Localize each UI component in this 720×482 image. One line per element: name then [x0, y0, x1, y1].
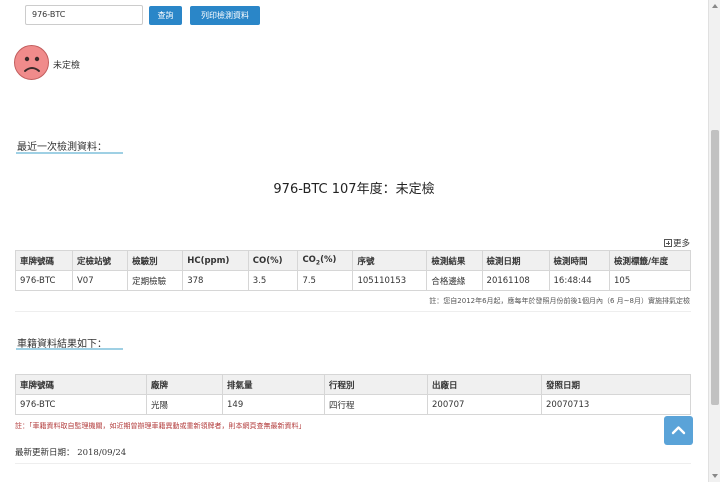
table-row: 976-BTC 光陽 149 四行程 200707 20070713 — [15, 394, 691, 415]
latest-inspection-table: 車牌號碼 定檢站號 檢驗別 HC(ppm) CO(%) CO2(%) 序號 檢測… — [15, 250, 691, 291]
col-hc: HC(ppm) — [182, 250, 249, 271]
scroll-down-icon[interactable] — [709, 470, 720, 482]
col-inspection-type: 檢驗別 — [127, 250, 184, 271]
inspection-status: 未定檢 — [53, 61, 81, 71]
page: 976-BTC 查詢 列印檢測資料 未定檢 最近一次檢測資料： 976-BTC … — [0, 0, 708, 482]
table-header-row: 車牌號碼 廠牌 排氣量 行程別 出廠日 發照日期 — [15, 374, 691, 395]
chevron-up-icon — [671, 426, 686, 435]
inspection-note: 註：您自2012年6月起，應每年於發照月份前後1個月內（6 月~8月）實施排氣定… — [429, 297, 690, 305]
cell-manufacture-date: 200707 — [427, 394, 542, 415]
more-link[interactable]: 更多 — [663, 237, 690, 249]
col-time: 檢測時間 — [548, 250, 611, 271]
scroll-thumb[interactable] — [711, 130, 719, 405]
cell-brand: 光陽 — [146, 394, 223, 415]
registry-table: 車牌號碼 廠牌 排氣量 行程別 出廠日 發照日期 976-BTC 光陽 149 … — [15, 374, 691, 415]
col-label-year: 檢測標籤/年度 — [609, 250, 691, 271]
more-label: 更多 — [672, 239, 690, 249]
col-plate: 車牌號碼 — [15, 374, 147, 395]
cell-stroke: 四行程 — [324, 394, 428, 415]
col-co: CO(%) — [247, 250, 299, 271]
col-serial: 序號 — [352, 250, 428, 271]
col-plate: 車牌號碼 — [15, 250, 73, 271]
cell-plate: 976-BTC — [15, 270, 73, 291]
cell-hc: 378 — [182, 270, 249, 291]
print-inspection-button[interactable]: 列印檢測資料 — [190, 6, 260, 25]
plate-search-input[interactable]: 976-BTC — [25, 5, 143, 25]
cell-inspection-type: 定期檢驗 — [127, 270, 184, 291]
col-manufacture-date: 出廠日 — [427, 374, 542, 395]
col-brand: 廠牌 — [146, 374, 223, 395]
registry-note: 註：「車籍資料取自監理機關，如近期曾辦理車籍異動或重新領牌者，則本網頁查無最新資… — [15, 422, 306, 430]
col-result: 檢測結果 — [426, 250, 483, 271]
vehicle-status-title: 976-BTC 107年度：未定檢 — [273, 182, 435, 197]
heading-underline — [16, 152, 123, 154]
back-to-top-button[interactable] — [664, 416, 693, 445]
plus-square-icon — [663, 239, 672, 247]
query-button[interactable]: 查詢 — [149, 6, 182, 25]
cell-result: 合格邊緣 — [426, 270, 483, 291]
col-issue-date: 發照日期 — [541, 374, 691, 395]
sad-face-icon — [14, 45, 49, 80]
divider — [15, 311, 691, 312]
last-updated: 最新更新日期： 2018/09/24 — [15, 448, 127, 458]
cell-co: 3.5 — [247, 270, 299, 291]
cell-co2: 7.5 — [297, 270, 354, 291]
cell-label-year: 105 — [609, 270, 691, 291]
col-co2: CO2(%) — [297, 250, 354, 271]
latest-inspection-heading: 最近一次檢測資料： — [17, 142, 107, 153]
col-station: 定檢站號 — [71, 250, 129, 271]
table-header-row: 車牌號碼 定檢站號 檢驗別 HC(ppm) CO(%) CO2(%) 序號 檢測… — [15, 250, 691, 271]
heading-underline — [16, 348, 123, 350]
scroll-up-icon[interactable] — [709, 0, 720, 12]
cell-date: 20161108 — [481, 270, 550, 291]
col-displacement: 排氣量 — [222, 374, 325, 395]
cell-plate: 976-BTC — [15, 394, 147, 415]
cell-time: 16:48:44 — [548, 270, 611, 291]
cell-station: V07 — [71, 270, 129, 291]
page-scrollbar[interactable] — [708, 0, 720, 482]
cell-serial: 105110153 — [352, 270, 428, 291]
col-stroke: 行程別 — [324, 374, 428, 395]
cell-issue-date: 20070713 — [541, 394, 691, 415]
col-date: 檢測日期 — [481, 250, 550, 271]
table-row: 976-BTC V07 定期檢驗 378 3.5 7.5 105110153 合… — [15, 270, 691, 291]
cell-displacement: 149 — [222, 394, 325, 415]
divider — [15, 463, 691, 464]
